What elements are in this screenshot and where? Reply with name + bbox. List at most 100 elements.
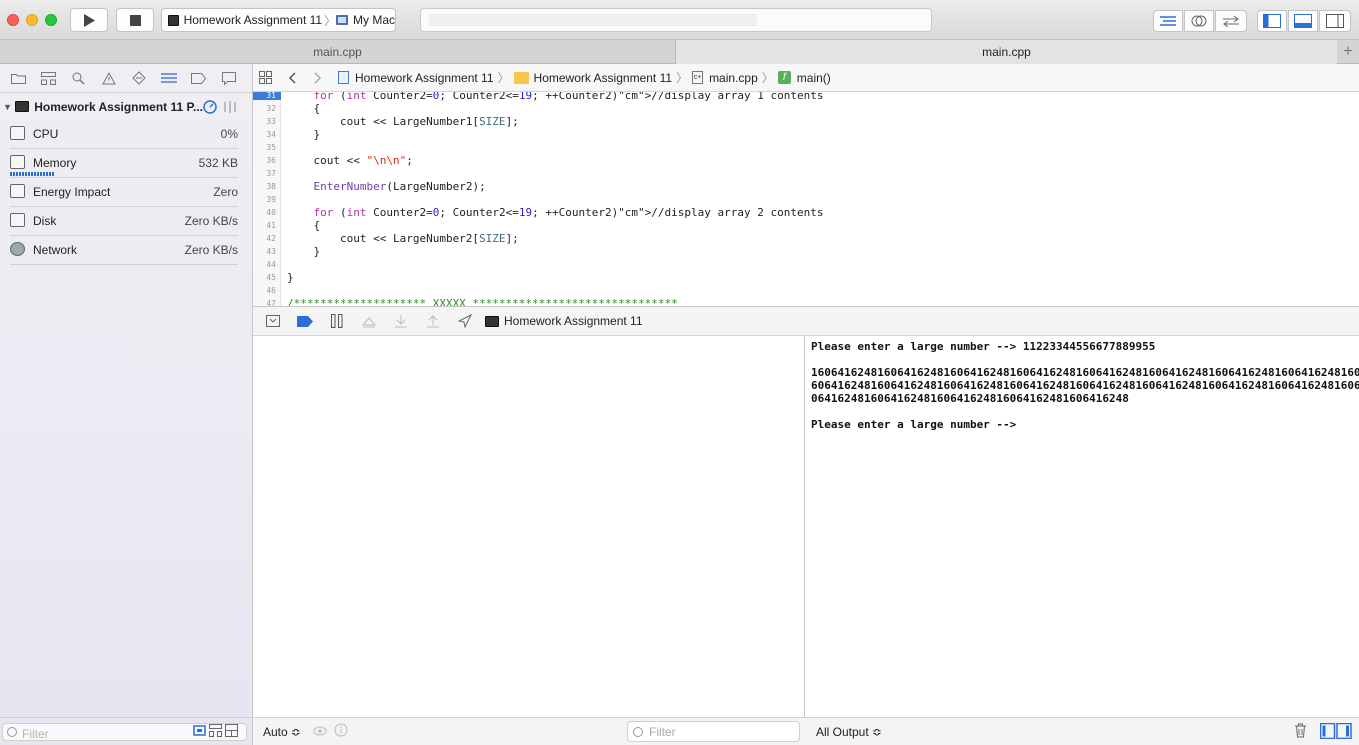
tab-main-cpp-2[interactable]: main.cpp [676, 40, 1337, 64]
swap-arrows-icon [1223, 15, 1239, 27]
line-number: 39 [266, 195, 276, 204]
code-line: for (int Counter2=0; Counter2<=19; ++Cou… [313, 206, 824, 219]
jump-project[interactable]: Homework Assignment 11 [338, 71, 494, 85]
console-output-popup[interactable]: All Output ≎ [816, 725, 882, 739]
toggle-navigator-button[interactable] [1257, 10, 1287, 32]
code-line: { [287, 102, 321, 115]
gauge-memory[interactable]: Memory 532 KB [10, 149, 238, 178]
assistant-editor-button[interactable] [1184, 10, 1214, 32]
search-icon[interactable] [69, 70, 88, 86]
eye-icon[interactable] [313, 725, 327, 737]
close-window-button[interactable] [7, 14, 19, 26]
console-line: Please enter a large number --> 11223344… [811, 340, 1156, 353]
related-items-button[interactable] [259, 71, 272, 84]
line-number: 46 [266, 286, 276, 295]
add-tab-button[interactable]: + [1337, 40, 1359, 64]
debug-gauge-icon[interactable] [159, 70, 178, 86]
grid-filter-icon[interactable] [225, 724, 238, 737]
gauge-value: Zero KB/s [184, 214, 238, 228]
toggle-debug-area-button[interactable] [1288, 10, 1318, 32]
variables-scope-popup[interactable]: Auto ≎ [263, 725, 301, 739]
standard-editor-button[interactable] [1153, 10, 1183, 32]
toggle-utilities-button[interactable] [1319, 10, 1351, 32]
jump-group[interactable]: Homework Assignment 11 [513, 70, 673, 85]
gauge-value: Zero KB/s [184, 243, 238, 257]
version-editor-button[interactable] [1215, 10, 1247, 32]
split-view-toggle-icon[interactable] [1320, 723, 1352, 739]
variables-filter-field[interactable]: Filter [627, 721, 800, 742]
gauge-label: Energy Impact [33, 185, 111, 199]
line-number: 44 [266, 260, 276, 269]
warning-icon[interactable] [99, 70, 118, 86]
jump-group-label: Homework Assignment 11 [533, 70, 673, 85]
gauge-cpu[interactable]: CPU 0% [10, 120, 238, 149]
hierarchy-filter-icon[interactable] [209, 724, 222, 737]
cpp-file-icon: c+ [692, 71, 704, 84]
cpu-filter-icon[interactable] [193, 724, 206, 737]
zoom-window-button[interactable] [45, 14, 57, 26]
trash-icon[interactable] [1294, 723, 1307, 738]
collapse-panel-icon [266, 315, 280, 327]
run-button[interactable] [70, 8, 108, 32]
info-icon[interactable] [334, 723, 348, 737]
forward-button[interactable] [314, 71, 322, 84]
pause-button[interactable] [325, 313, 349, 329]
jump-symbol[interactable]: f main() [777, 71, 831, 85]
back-button[interactable] [288, 71, 296, 84]
tab-main-cpp-1[interactable]: main.cpp [0, 40, 676, 64]
function-icon: f [777, 71, 791, 84]
cpu-gauge-icon [10, 126, 25, 140]
editor-tab-bar: main.cpp main.cpp + [0, 40, 1359, 64]
stop-icon [129, 14, 141, 26]
scheme-device: My Mac [353, 13, 395, 27]
hide-debug-area-button[interactable] [261, 313, 285, 329]
step-out-button[interactable] [421, 313, 445, 329]
path-separator-icon: 〉 [497, 71, 510, 85]
line-number: 31 [266, 92, 276, 100]
debug-process-selector[interactable]: Homework Assignment 11 [485, 314, 643, 328]
source-editor[interactable]: 31 32 33 34 35 36 37 38 39 40 41 42 43 44 45 46 47 for (… [253, 92, 1359, 306]
window-toolbar: Homework Assignment 11 〉 My Mac [0, 0, 1359, 40]
disclosure-triangle-icon[interactable]: ▼ [3, 102, 12, 112]
split-threads-icon[interactable] [222, 100, 238, 114]
console-line: Please enter a large number --> [811, 418, 1017, 431]
activity-viewer [420, 8, 932, 32]
breakpoint-tag-icon[interactable] [189, 70, 208, 86]
filter-placeholder: Filter [22, 727, 49, 741]
gauge-value: Zero [213, 185, 238, 199]
diamond-test-icon[interactable] [129, 70, 148, 86]
scheme-selector[interactable]: Homework Assignment 11 〉 My Mac [161, 8, 396, 32]
gauge-energy-impact[interactable]: Energy Impact Zero [10, 178, 238, 207]
gauge-label: Disk [33, 214, 57, 228]
step-over-button[interactable] [357, 313, 381, 329]
line-number: 33 [266, 117, 276, 126]
variables-view[interactable] [253, 336, 805, 717]
line-number-gutter: 31 32 33 34 35 36 37 38 39 40 41 42 43 44 45 46 47 [253, 92, 281, 306]
simulate-location-button[interactable] [453, 313, 477, 329]
minimize-window-button[interactable] [26, 14, 38, 26]
gauge-disk[interactable]: Disk Zero KB/s [10, 207, 238, 236]
terminal-app-icon [168, 14, 179, 26]
hierarchy-icon[interactable] [39, 70, 58, 86]
speedometer-icon[interactable] [203, 99, 217, 114]
gauge-label: Memory [33, 156, 77, 170]
step-into-button[interactable] [389, 313, 413, 329]
line-number: 34 [266, 130, 276, 139]
console-output[interactable]: Please enter a large number --> 11223344… [806, 336, 1359, 717]
breakpoints-toggle-button[interactable] [293, 313, 317, 329]
stop-button[interactable] [116, 8, 154, 32]
code-line: EnterNumber(LargeNumber2); [313, 180, 486, 193]
energy-impact-gauge-icon [10, 184, 25, 198]
process-row[interactable]: ▼ Homework Assignment 11 P... [0, 93, 252, 120]
terminal-app-icon [14, 101, 30, 112]
navigator-filter-bar: Filter [0, 717, 253, 745]
path-separator-icon: 〉 [761, 71, 774, 85]
line-number: 43 [266, 247, 276, 256]
folder-icon[interactable] [9, 70, 28, 86]
gauge-value: 0% [220, 127, 238, 141]
jump-file[interactable]: c+ main.cpp [692, 71, 758, 85]
code-line: cout << LargeNumber1[SIZE]; [287, 115, 519, 128]
report-speech-icon[interactable] [219, 70, 238, 86]
gauge-network[interactable]: Network Zero KB/s [10, 236, 238, 265]
